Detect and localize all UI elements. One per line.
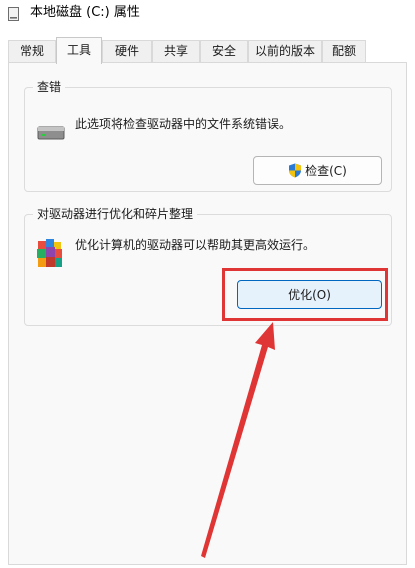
check-button-label: 检查(C)	[305, 164, 347, 178]
tab-security[interactable]: 安全	[200, 40, 248, 63]
optimize-group-title: 对驱动器进行优化和碎片整理	[33, 206, 198, 222]
error-check-group-title: 查错	[33, 79, 66, 95]
tab-hardware[interactable]: 硬件	[102, 40, 152, 63]
tab-sharing[interactable]: 共享	[152, 40, 200, 63]
hard-drive-icon	[37, 126, 65, 140]
tab-quota[interactable]: 配额	[322, 40, 366, 63]
uac-shield-icon	[289, 163, 302, 178]
tab-general[interactable]: 常规	[8, 40, 56, 63]
error-check-description: 此选项将检查驱动器中的文件系统错误。	[75, 117, 292, 131]
tab-strip: 常规 工具 硬件 共享 安全 以前的版本 配额	[0, 37, 415, 64]
drive-icon	[8, 7, 19, 21]
error-check-group: 查错 此选项将检查驱动器中的文件系统错误。 检查(C)	[24, 79, 392, 192]
window-title: 本地磁盘 (C:) 属性	[30, 5, 140, 20]
optimize-description: 优化计算机的驱动器可以帮助其更高效运行。	[75, 238, 316, 252]
defrag-icon	[37, 239, 62, 267]
title-bar: 本地磁盘 (C:) 属性	[0, 0, 415, 34]
tab-tools[interactable]: 工具	[56, 37, 102, 64]
check-button[interactable]: 检查(C)	[253, 156, 382, 185]
red-highlight-box	[222, 268, 388, 321]
tab-previous-versions[interactable]: 以前的版本	[248, 40, 322, 63]
